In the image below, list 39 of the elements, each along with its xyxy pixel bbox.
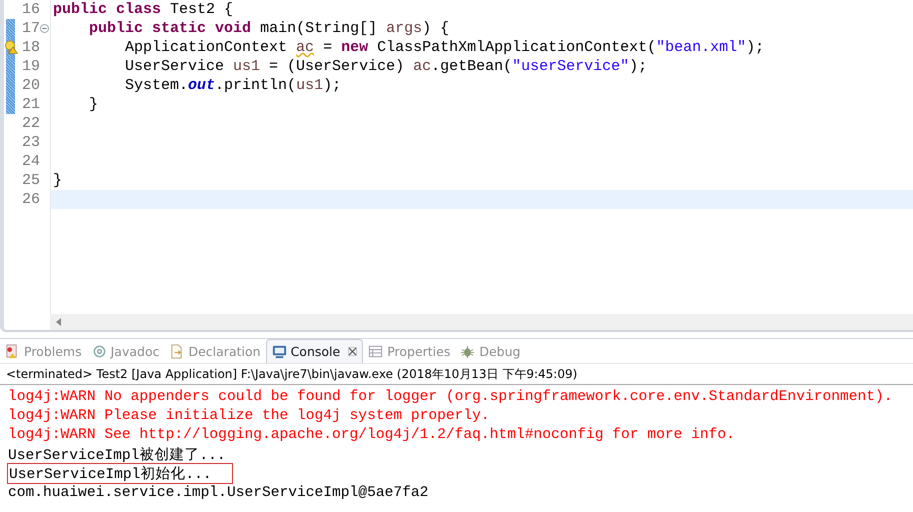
- console-line: UserServiceImpl被创建了...: [7, 446, 227, 464]
- console-line: log4j:WARN No appenders could be found for logger (org.springframework.core.env.StandardEnvironment).: [7, 388, 894, 405]
- console-line: com.huaiwei.service.impl.UserServiceImpl@5ae7fa2: [7, 484, 430, 501]
- console-status: <terminated> Test2 [Java Application] F:\Java\jre7\bin\javaw.exe (2018年10月13日 下午9:45:09): [0, 364, 913, 385]
- view-tab[interactable]: Debug: [455, 339, 526, 363]
- line-number: 25: [20, 172, 40, 189]
- code-line: ApplicationContext ac = new ClassPathXmlApplicationContext("bean.xml");: [124, 39, 764, 56]
- code-line: }: [88, 96, 98, 113]
- view-tab[interactable]: Javadoc: [86, 339, 164, 363]
- line-number: 20: [20, 77, 40, 94]
- horizontal-scrollbar[interactable]: [50, 314, 913, 330]
- document-icon: [169, 344, 184, 358]
- view-tab[interactable]: Console: [266, 339, 364, 363]
- line-number: 22: [20, 115, 40, 132]
- line-number: 24: [20, 153, 40, 170]
- bug-icon: [460, 344, 476, 358]
- line-number: 16: [20, 1, 40, 18]
- code-line: System.out.println(us1);: [124, 77, 342, 94]
- view-tab[interactable]: Declaration: [164, 339, 266, 363]
- line-number: 19: [20, 58, 40, 75]
- line-number: 18: [20, 39, 40, 56]
- code-line: UserService us1 = (UserService) ac.getBean("userService");: [124, 58, 648, 75]
- line-number: 23: [20, 134, 40, 151]
- monitor-icon: [272, 344, 287, 359]
- lightbulb-warning-icon[interactable]: [4, 40, 18, 54]
- close-icon[interactable]: [348, 347, 358, 356]
- code-line: public class Test2 {: [53, 1, 234, 18]
- console-line: log4j:WARN See http://logging.apache.org/log4j/1.2/faq.html#noconfig for more info.: [7, 426, 736, 443]
- code-line: public static void main(String[] args) {: [88, 20, 450, 37]
- line-number: 21: [20, 96, 40, 113]
- code-line: }: [53, 172, 62, 189]
- line-number: 26: [20, 191, 40, 208]
- collapse-icon[interactable]: [40, 24, 49, 33]
- table-icon: [368, 344, 384, 358]
- line-number: 17: [20, 20, 40, 37]
- view-tab[interactable]: Properties: [363, 339, 456, 363]
- view-tab[interactable]: Problems: [0, 339, 87, 363]
- scroll-left-icon[interactable]: [56, 318, 62, 326]
- console-line: log4j:WARN Please initialize the log4j system properly.: [7, 408, 491, 424]
